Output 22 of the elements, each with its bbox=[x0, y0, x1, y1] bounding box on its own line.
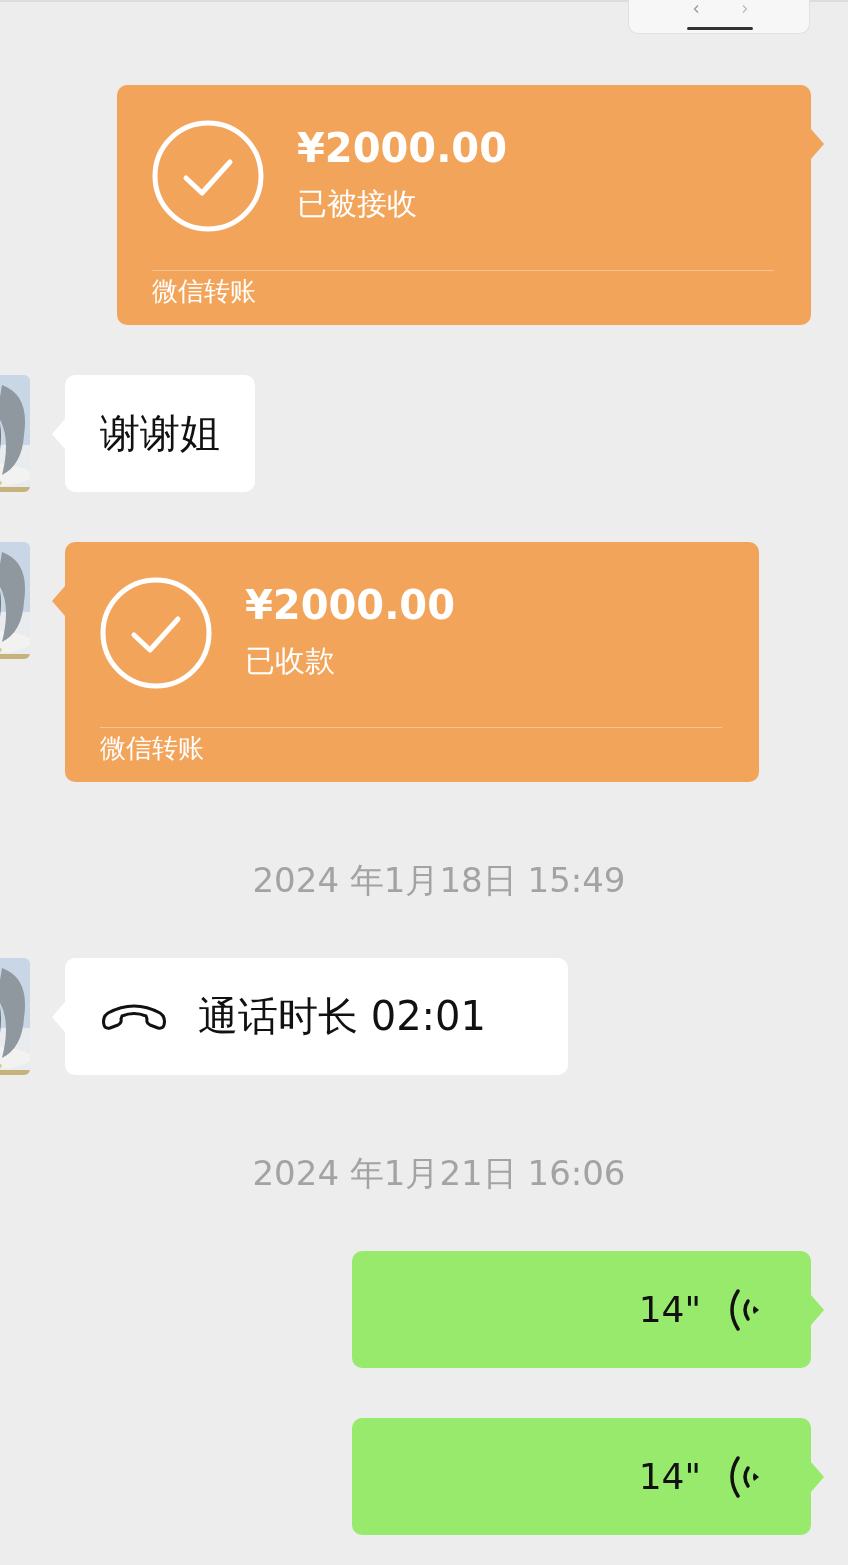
voice-duration: 14" bbox=[638, 1456, 701, 1497]
transfer-label: 微信转账 bbox=[152, 276, 256, 306]
back-chevron-icon[interactable] bbox=[693, 5, 699, 13]
forward-chevron-icon[interactable] bbox=[742, 5, 748, 13]
transfer-amount: ¥2000.00 bbox=[297, 124, 508, 172]
bubble-tail bbox=[811, 129, 826, 159]
transfer-label: 微信转账 bbox=[100, 733, 204, 763]
timestamp: 2024 年1月21日 16:06 bbox=[252, 1155, 626, 1191]
call-duration: 通话时长 02:01 bbox=[198, 992, 486, 1041]
check-circle-icon bbox=[100, 577, 212, 689]
timestamp: 2024 年1月18日 15:49 bbox=[252, 862, 626, 898]
home-indicator-icon bbox=[687, 27, 753, 31]
voice-duration: 14" bbox=[638, 1289, 701, 1330]
message-text: 谢谢姐 bbox=[100, 410, 220, 456]
bubble-tail bbox=[811, 1462, 826, 1492]
transfer-status: 已被接收 bbox=[297, 185, 418, 223]
check-circle-icon bbox=[152, 120, 264, 232]
bubble-tail bbox=[50, 586, 65, 616]
transfer-status: 已收款 bbox=[245, 642, 336, 680]
transfer-amount: ¥2000.00 bbox=[245, 581, 456, 629]
phone-handset-icon bbox=[100, 1002, 168, 1031]
bubble-tail bbox=[811, 1295, 826, 1325]
